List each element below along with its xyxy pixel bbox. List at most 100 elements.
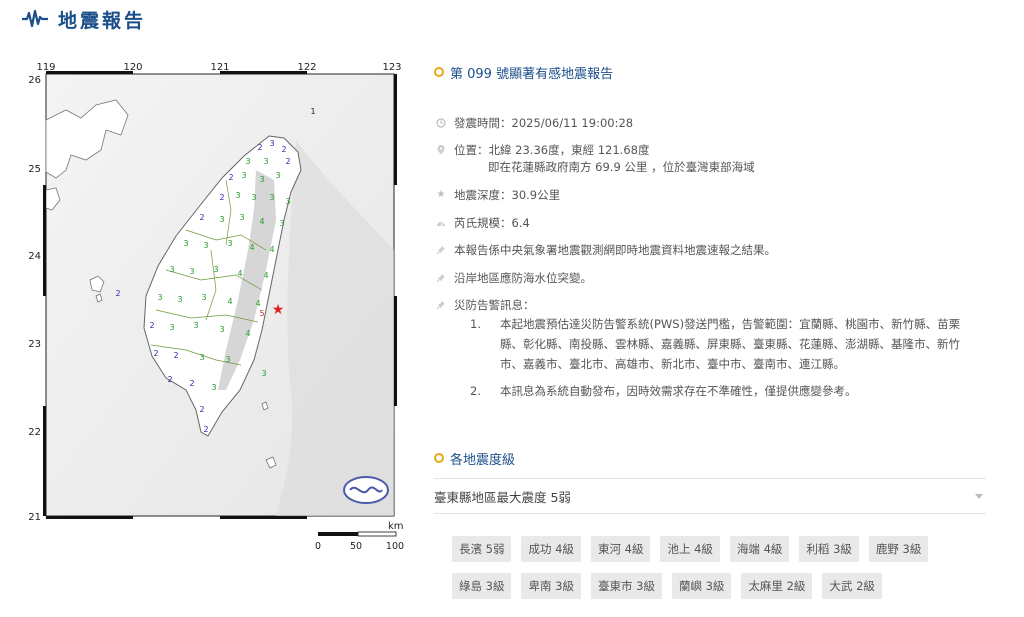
intensity-section-title: 各地震度級	[434, 449, 515, 468]
report-title: 第 099 號顯著有感地震報告	[434, 62, 994, 82]
bullet-circle-icon	[434, 453, 444, 463]
svg-text:3: 3	[227, 239, 232, 248]
svg-text:4: 4	[263, 271, 268, 280]
scale-bar: km 0 50 100	[315, 521, 404, 552]
clock-icon	[436, 118, 446, 128]
lon-label: 119	[36, 62, 55, 73]
svg-text:2: 2	[173, 351, 178, 360]
svg-text:3: 3	[193, 321, 198, 330]
svg-text:3: 3	[199, 353, 204, 362]
gauge-icon	[436, 218, 446, 228]
location-pin-icon	[436, 145, 446, 155]
origin-time-row: 發震時間：2025/06/11 19:00:28	[434, 115, 633, 132]
svg-text:4: 4	[269, 245, 274, 254]
svg-text:2: 2	[199, 213, 204, 222]
svg-text:1: 1	[310, 107, 315, 116]
page-header: 地震報告	[22, 6, 146, 32]
svg-text:2: 2	[167, 375, 172, 384]
svg-text:3: 3	[263, 157, 268, 166]
magnitude-row: 芮氏規模：6.4	[434, 215, 530, 232]
lon-label: 123	[382, 62, 401, 73]
svg-text:3: 3	[285, 197, 290, 206]
svg-text:3: 3	[251, 193, 256, 202]
svg-text:3: 3	[245, 157, 250, 166]
lat-label: 24	[28, 251, 41, 262]
svg-text:3: 3	[259, 175, 264, 184]
svg-text:5: 5	[259, 309, 264, 318]
svg-text:2: 2	[257, 143, 262, 152]
lat-label: 23	[28, 339, 41, 350]
station-chip: 綠島 3級	[452, 573, 512, 599]
scale-label: 50	[350, 541, 362, 552]
station-chip: 成功 4級	[521, 536, 581, 562]
svg-text:2: 2	[115, 289, 120, 298]
svg-text:2: 2	[199, 405, 204, 414]
svg-text:3: 3	[157, 293, 162, 302]
svg-text:3: 3	[219, 325, 224, 334]
list-item: 1. 本起地震預估達災防告警系統(PWS)發送門檻，告警範圍：宜蘭縣、桃園市、新…	[470, 317, 961, 371]
svg-text:3: 3	[225, 355, 230, 364]
lon-label: 120	[123, 62, 142, 73]
svg-text:3: 3	[169, 323, 174, 332]
station-chip: 太麻里 2級	[741, 573, 813, 599]
svg-text:4: 4	[259, 217, 264, 226]
intensity-map[interactable]: 232 332 2333 23333 23343 33344 33344 333…	[26, 60, 406, 560]
svg-text:3: 3	[275, 171, 280, 180]
warning-list: 1. 本起地震預估達災防告警系統(PWS)發送門檻，告警範圍：宜蘭縣、桃園市、新…	[470, 314, 980, 408]
list-item: 2. 本訊息為系統自動發布，因時效需求存在不準確性，僅提供應變參考。	[470, 384, 857, 398]
region-select[interactable]: 臺東縣地區最大震度 5弱	[434, 478, 986, 514]
svg-text:3: 3	[279, 219, 284, 228]
depth-row: ★ 地震深度：30.9公里	[436, 188, 561, 202]
svg-text:3: 3	[269, 193, 274, 202]
lon-label: 122	[297, 62, 316, 73]
region-select-value: 臺東縣地區最大震度 5弱	[434, 489, 571, 505]
epicenter-star-icon: ★	[272, 302, 285, 318]
station-chip: 卑南 3級	[521, 573, 581, 599]
scale-unit: km	[388, 521, 404, 532]
svg-text:3: 3	[203, 241, 208, 250]
svg-text:2: 2	[189, 379, 194, 388]
station-chip: 海端 4級	[729, 536, 790, 562]
svg-text:4: 4	[249, 243, 254, 252]
svg-text:3: 3	[269, 139, 274, 148]
lat-label: 26	[28, 75, 41, 86]
location-description: 即在花蓮縣政府南方 69.9 公里 ，位於臺灣東部海域	[488, 160, 755, 174]
svg-text:4: 4	[237, 269, 242, 278]
svg-text:2: 2	[219, 193, 224, 202]
svg-text:4: 4	[227, 297, 232, 306]
svg-text:3: 3	[183, 239, 188, 248]
svg-text:3: 3	[177, 295, 182, 304]
svg-text:3: 3	[219, 215, 224, 224]
station-chip: 大武 2級	[822, 573, 882, 599]
svg-text:2: 2	[285, 157, 290, 166]
svg-text:3: 3	[241, 171, 246, 180]
bullet-circle-icon	[434, 67, 444, 77]
svg-text:2: 2	[203, 425, 208, 434]
station-chip: 池上 4級	[660, 536, 720, 562]
lat-label: 25	[28, 164, 41, 175]
svg-text:2: 2	[281, 145, 286, 154]
svg-text:3: 3	[169, 265, 174, 274]
svg-text:2: 2	[153, 349, 158, 358]
location-coordinates: 位置：北緯 23.36度，東經 121.68度	[454, 143, 650, 157]
svg-text:3: 3	[239, 213, 244, 222]
svg-text:4: 4	[255, 299, 260, 308]
svg-text:4: 4	[245, 329, 250, 338]
station-chip: 利稻 3級	[799, 536, 859, 562]
svg-text:3: 3	[261, 369, 266, 378]
station-chip: 長濱 5弱	[452, 536, 512, 562]
lat-label: 22	[28, 427, 41, 438]
location-row: 位置：北緯 23.36度，東經 121.68度 即在花蓮縣政府南方 69.9 公…	[434, 142, 755, 176]
pushpin-icon	[436, 300, 446, 310]
report-panel: 第 099 號顯著有感地震報告	[434, 62, 994, 82]
star-icon: ★	[436, 189, 446, 200]
svg-text:3: 3	[235, 191, 240, 200]
page-title: 地震報告	[58, 9, 147, 32]
warning-header-row: 災防告警訊息：	[434, 297, 535, 314]
pushpin-icon	[436, 273, 446, 283]
station-chip: 臺東市 3級	[590, 573, 662, 599]
scale-label: 0	[315, 541, 321, 552]
station-chip: 蘭嶼 3級	[671, 573, 732, 599]
lat-label: 21	[28, 512, 41, 523]
chevron-down-icon	[975, 493, 983, 499]
